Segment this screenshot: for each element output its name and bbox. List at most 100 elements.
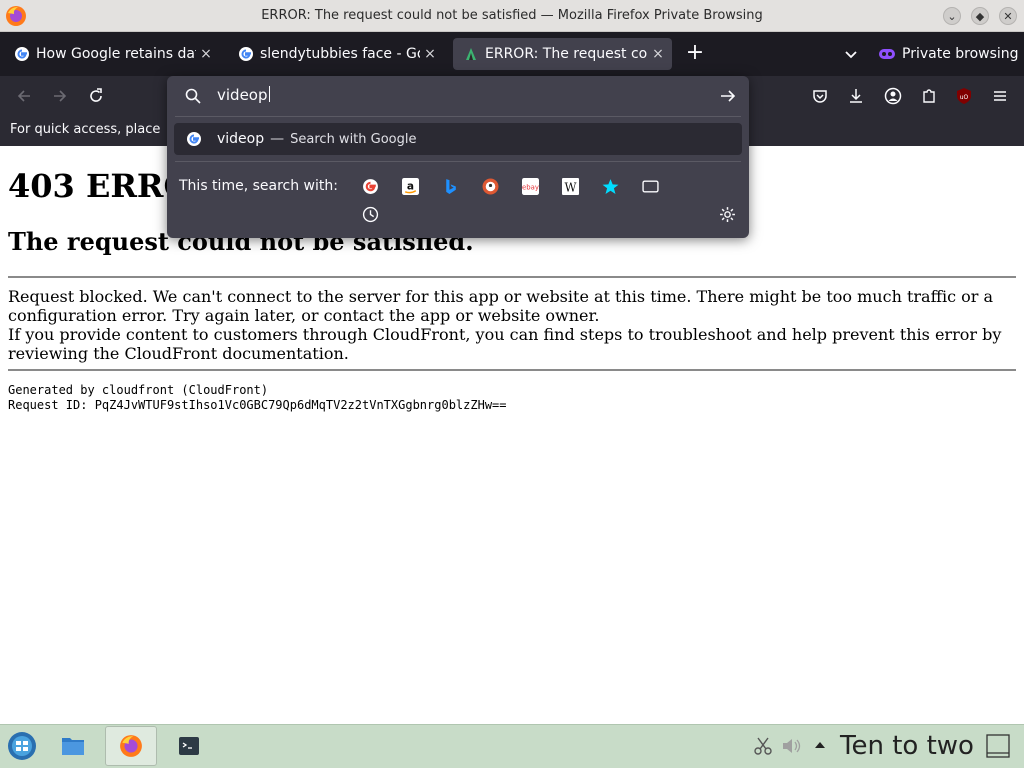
arrow-left-icon (17, 90, 30, 102)
one-off-search-label: This time, search with: (179, 178, 338, 194)
tab-slendytubbies[interactable]: slendytubbies face - Google × (228, 38, 444, 70)
terminal-icon (179, 737, 199, 755)
tab-title: slendytubbies face - Google (260, 46, 420, 62)
suggestion-separator: — (270, 131, 285, 147)
back-button[interactable] (14, 86, 34, 106)
search-icon (185, 88, 201, 104)
duckduckgo-engine-button[interactable] (481, 177, 499, 195)
text-caret (268, 86, 270, 102)
restore-icon: ◆ (975, 9, 985, 23)
new-tab-button[interactable]: + (684, 42, 706, 65)
tab-close-button[interactable]: × (648, 46, 668, 62)
duckduckgo-icon (482, 178, 498, 194)
private-browsing-indicator: Private browsing (878, 44, 1019, 64)
tabs-icon (641, 179, 659, 193)
svg-text:a: a (406, 179, 413, 192)
request-id-text: Request ID: PqZ4JvWTUF9stIhso1Vc0GBC79Qp… (8, 398, 507, 412)
puzzle-piece-icon (923, 89, 935, 103)
show-desktop-icon[interactable] (986, 734, 1010, 758)
divider (175, 161, 741, 162)
tab-close-button[interactable]: × (420, 46, 440, 62)
firefox-logo-icon (120, 735, 142, 757)
file-manager-taskbar-button[interactable] (47, 726, 99, 766)
chevron-down-icon: ⌄ (947, 9, 957, 23)
bookmarks-star-icon (602, 178, 618, 194)
url-input[interactable]: videop (167, 76, 749, 116)
error-paragraph-2: If you provide content to customers thro… (8, 325, 1002, 363)
ublock-origin-icon: uO (957, 88, 971, 104)
urlbar-popup: videop videop — Search with Google This … (167, 76, 749, 238)
close-window-button[interactable]: ✕ (999, 7, 1017, 25)
generated-by-text: Generated by cloudfront (CloudFront) (8, 383, 269, 397)
start-menu-button[interactable] (0, 726, 44, 766)
google-icon (239, 47, 253, 61)
search-settings-button[interactable] (718, 205, 736, 223)
account-icon (884, 87, 902, 105)
google-icon (187, 132, 201, 146)
tray-expand-arrow-icon[interactable] (813, 739, 827, 751)
cloudfront-icon (466, 48, 476, 60)
forward-button[interactable] (50, 86, 70, 106)
hamburger-menu-icon (994, 91, 1006, 101)
tab-google-data[interactable]: How Google retains data × (4, 38, 220, 70)
suggestion-action: Search with Google (290, 131, 417, 147)
ublock-origin-button[interactable]: uO (954, 86, 974, 106)
window-titlebar: ERROR: The request could not be satisfie… (0, 0, 1024, 32)
svg-text:ebay: ebay (522, 183, 539, 191)
reload-button[interactable] (86, 86, 106, 106)
download-icon (850, 89, 862, 103)
tab-error-active[interactable]: ERROR: The request could not be satisfie… (453, 38, 672, 70)
divider (8, 369, 1016, 371)
amazon-engine-button[interactable]: a (401, 177, 419, 195)
start-orb-icon (8, 732, 36, 760)
divider (8, 276, 1016, 278)
tab-title: ERROR: The request could not be satisfie… (485, 46, 648, 62)
tab-close-button[interactable]: × (196, 46, 216, 62)
amazon-icon: a (401, 177, 419, 195)
wikipedia-engine-button[interactable]: W (561, 177, 579, 195)
bing-icon (445, 178, 456, 194)
volume-icon[interactable] (781, 736, 803, 756)
firefox-taskbar-button[interactable] (105, 726, 157, 766)
tab-title: How Google retains data (36, 46, 196, 62)
suggestion-query: videop (217, 131, 265, 147)
pocket-icon (813, 90, 827, 103)
svg-text:W: W (564, 180, 576, 194)
ebay-icon: ebay (521, 177, 539, 195)
folder-icon (62, 738, 84, 755)
private-mask-icon (879, 49, 895, 59)
terminal-taskbar-button[interactable] (163, 726, 215, 766)
wikipedia-icon: W (561, 177, 579, 195)
private-browsing-label: Private browsing (902, 46, 1019, 62)
url-input-value: videop (217, 86, 270, 104)
arrow-right-icon (54, 90, 67, 102)
close-icon: ✕ (1003, 9, 1013, 23)
gear-icon (719, 206, 735, 222)
downloads-button[interactable] (846, 86, 866, 106)
error-paragraph-1: Request blocked. We can't connect to the… (8, 287, 994, 325)
maximize-button[interactable]: ◆ (971, 7, 989, 25)
google-engine-button[interactable] (361, 177, 379, 195)
bookmarks-search-button[interactable] (601, 177, 619, 195)
google-icon (15, 47, 29, 61)
go-arrow-icon[interactable] (719, 87, 737, 105)
tabs-search-button[interactable] (641, 177, 659, 195)
reload-icon (90, 88, 102, 102)
bookmarks-hint-text: For quick access, place (10, 122, 161, 137)
search-suggestion-row[interactable]: videop — Search with Google (174, 123, 742, 155)
google-icon (362, 178, 378, 194)
bing-engine-button[interactable] (441, 177, 459, 195)
history-search-button[interactable] (361, 205, 379, 223)
extensions-button[interactable] (919, 86, 939, 106)
svg-text:uO: uO (960, 94, 969, 101)
scissors-icon[interactable] (753, 736, 773, 756)
ebay-engine-button[interactable]: ebay (521, 177, 539, 195)
list-all-tabs-chevron-icon[interactable] (842, 45, 860, 63)
history-icon (362, 206, 378, 222)
minimize-button[interactable]: ⌄ (943, 7, 961, 25)
window-title: ERROR: The request could not be satisfie… (261, 8, 763, 23)
app-menu-button[interactable] (990, 86, 1010, 106)
pocket-button[interactable] (810, 86, 830, 106)
account-button[interactable] (883, 86, 903, 106)
taskbar-clock[interactable]: Ten to two (840, 731, 974, 761)
